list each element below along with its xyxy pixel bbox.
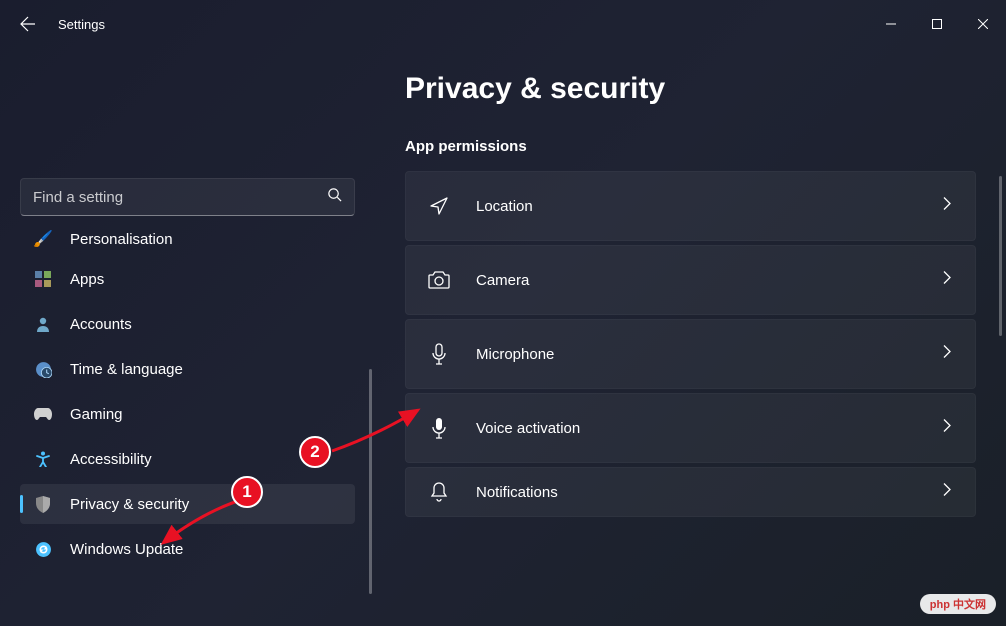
shield-icon [34, 495, 52, 513]
settings-label: Microphone [476, 346, 917, 363]
settings-label: Location [476, 198, 917, 215]
maximize-icon [932, 19, 942, 29]
chevron-right-icon [943, 197, 951, 216]
minimize-icon [886, 19, 896, 29]
sidebar-item-label: Personalisation [70, 231, 173, 248]
camera-icon [428, 269, 450, 291]
app-title: Settings [58, 17, 105, 32]
sidebar-scrollbar[interactable] [369, 369, 372, 594]
watermark: php 中文网 [920, 594, 996, 614]
sidebar-item-time-language[interactable]: Time & language [20, 349, 355, 389]
chevron-right-icon [943, 419, 951, 438]
accessibility-icon [34, 450, 52, 468]
search-placeholder: Find a setting [33, 189, 327, 206]
apps-icon [34, 270, 52, 288]
globe-clock-icon [34, 360, 52, 378]
settings-item-notifications[interactable]: Notifications [405, 467, 976, 517]
settings-item-voice-activation[interactable]: Voice activation [405, 393, 976, 463]
search-input[interactable]: Find a setting [20, 178, 355, 216]
main-scrollbar[interactable] [999, 176, 1002, 336]
page-title: Privacy & security [405, 72, 976, 106]
sidebar-item-accounts[interactable]: Accounts [20, 304, 355, 344]
settings-item-location[interactable]: Location [405, 171, 976, 241]
window-controls [868, 8, 1006, 40]
sidebar-item-label: Apps [70, 271, 104, 288]
maximize-button[interactable] [914, 8, 960, 40]
person-icon [34, 315, 52, 333]
annotation-badge-1: 1 [231, 476, 263, 508]
section-title: App permissions [405, 138, 976, 155]
microphone-icon [428, 343, 450, 365]
chevron-right-icon [943, 345, 951, 364]
settings-label: Camera [476, 272, 917, 289]
sidebar-item-personalisation[interactable]: 🖌️ Personalisation [20, 224, 355, 254]
close-button[interactable] [960, 8, 1006, 40]
gamepad-icon [34, 405, 52, 423]
settings-label: Notifications [476, 484, 917, 501]
update-icon [34, 540, 52, 558]
sidebar-item-label: Accounts [70, 316, 132, 333]
back-button[interactable] [20, 16, 36, 32]
titlebar: Settings [0, 0, 1006, 48]
sidebar-item-label: Time & language [70, 361, 183, 378]
chevron-right-icon [943, 483, 951, 502]
search-icon [327, 187, 342, 207]
paintbrush-icon: 🖌️ [34, 230, 52, 248]
back-arrow-icon [20, 16, 36, 32]
settings-item-camera[interactable]: Camera [405, 245, 976, 315]
annotation-arrow-2 [330, 406, 425, 456]
location-icon [428, 195, 450, 217]
minimize-button[interactable] [868, 8, 914, 40]
sidebar-item-apps[interactable]: Apps [20, 259, 355, 299]
sidebar-item-label: Accessibility [70, 451, 152, 468]
main-content: Privacy & security App permissions Locat… [405, 72, 976, 517]
settings-item-microphone[interactable]: Microphone [405, 319, 976, 389]
sidebar-item-label: Gaming [70, 406, 123, 423]
close-icon [978, 19, 988, 29]
voice-activation-icon [428, 417, 450, 439]
bell-icon [428, 481, 450, 503]
chevron-right-icon [943, 271, 951, 290]
annotation-badge-2: 2 [299, 436, 331, 468]
settings-label: Voice activation [476, 420, 917, 437]
settings-list: Location Camera Microphone [405, 171, 976, 517]
sidebar-item-gaming[interactable]: Gaming [20, 394, 355, 434]
titlebar-left: Settings [20, 16, 105, 32]
